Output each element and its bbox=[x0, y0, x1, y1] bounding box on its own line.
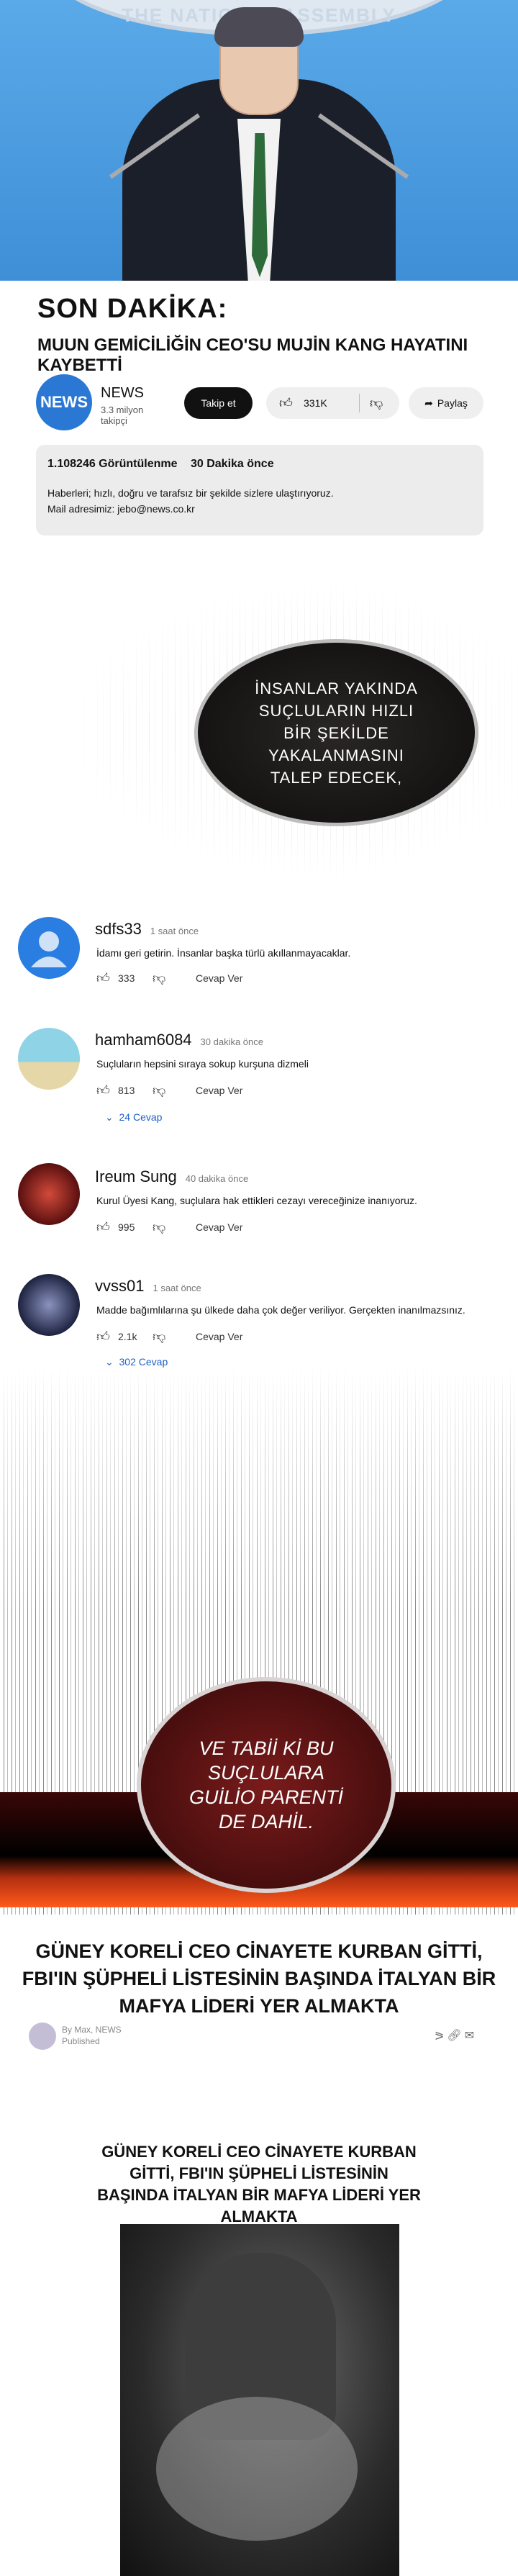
thumbs-up-icon[interactable]: 👍︎ bbox=[96, 972, 111, 985]
avatar[interactable] bbox=[18, 917, 80, 979]
avatar[interactable] bbox=[18, 1274, 80, 1336]
reply-button[interactable]: Cevap Ver bbox=[196, 1221, 242, 1233]
article-photo bbox=[120, 2224, 399, 2576]
comment-item: Ireum Sung 40 dakika önce Kurul Üyesi Kan… bbox=[0, 1163, 518, 1271]
thumbs-down-icon: 👎︎ bbox=[370, 396, 383, 410]
share-button[interactable]: ➦ Paylaş bbox=[409, 387, 483, 419]
default-user-icon bbox=[31, 931, 67, 967]
comment-text: Suçluların hepsini sıraya sokup kurşuna … bbox=[96, 1058, 309, 1070]
comment-user[interactable]: vvss01 1 saat önce bbox=[95, 1277, 201, 1296]
description-line: Haberleri; hızlı, doğru ve tarafsız bir … bbox=[47, 487, 334, 499]
channel-logo[interactable]: NEWS bbox=[36, 374, 92, 430]
reply-button[interactable]: Cevap Ver bbox=[196, 1331, 242, 1342]
speech-bubble: VE TABİİ Kİ BU SUÇLULARA GUİLİO PARENTİ … bbox=[137, 1677, 396, 1893]
like-dislike-group: 👍︎ 331K 👎︎ bbox=[266, 387, 399, 419]
comment-like-count: 813 bbox=[118, 1085, 135, 1096]
comment-like-count: 995 bbox=[118, 1221, 135, 1233]
comment-actions: 👍︎ 813 👎︎ Cevap Ver bbox=[96, 1084, 242, 1097]
dislike-button[interactable]: 👎︎ bbox=[360, 395, 383, 411]
description-email: Mail adresimiz: jebo@news.co.kr bbox=[47, 503, 195, 515]
thumbs-down-icon[interactable]: 👎︎ bbox=[153, 1084, 167, 1097]
comment-actions: 👍︎ 2.1k 👎︎ Cevap Ver bbox=[96, 1330, 242, 1343]
comment-time: 40 dakika önce bbox=[185, 1173, 249, 1184]
view-replies-link[interactable]: ⌄ 24 Cevap bbox=[105, 1111, 162, 1124]
share-arrow-icon: ➦ bbox=[424, 397, 433, 409]
comment-item: sdfs33 1 saat önce İdamı geri getirin. İn… bbox=[0, 914, 518, 1022]
article-actions: ⪖🔗︎✉ bbox=[435, 2028, 477, 2043]
chevron-down-icon: ⌄ bbox=[105, 1356, 114, 1368]
like-button[interactable]: 👍︎ 331K bbox=[266, 394, 360, 412]
mail-icon[interactable]: ✉ bbox=[465, 2030, 477, 2042]
comment-user[interactable]: sdfs33 1 saat önce bbox=[95, 920, 199, 939]
comment-text: Madde bağımlılarına şu ülkede daha çok d… bbox=[96, 1304, 465, 1316]
thumbs-up-icon: 👍︎ bbox=[279, 396, 293, 410]
author-avatar[interactable] bbox=[29, 2023, 56, 2050]
comment-time: 1 saat önce bbox=[150, 926, 199, 936]
comment-item: hamham6084 30 dakika önce Suçluların heps… bbox=[0, 1025, 518, 1133]
link-icon[interactable]: 🔗︎ bbox=[447, 2030, 464, 2042]
article-headline: GÜNEY KORELİ CEO CİNAYETE KURBAN GİTTİ, … bbox=[22, 1940, 496, 2017]
article-byline: By Max, NEWS Published bbox=[62, 2024, 122, 2047]
chevron-down-icon: ⌄ bbox=[105, 1111, 114, 1123]
video-headline: MUUN GEMİCİLİĞİN CEO'SU MUJİN KANG HAYAT… bbox=[37, 335, 468, 375]
view-replies-link[interactable]: ⌄ 302 Cevap bbox=[105, 1356, 168, 1368]
speech-text: İNSANLAR YAKINDA SUÇLULARIN HIZLI BİR ŞE… bbox=[255, 679, 418, 787]
like-count: 331K bbox=[304, 397, 327, 409]
photo-hands bbox=[156, 2397, 358, 2541]
share-icon[interactable]: ⪖ bbox=[435, 2030, 447, 2042]
avatar[interactable] bbox=[18, 1163, 80, 1225]
follow-button[interactable]: Takip et bbox=[184, 387, 253, 419]
publish-status: Published bbox=[62, 2036, 100, 2046]
view-count: 1.108246 Görüntülenme bbox=[47, 458, 178, 470]
subscriber-count: 3.3 milyon takipçi bbox=[101, 405, 144, 426]
comment-actions: 👍︎ 995 👎︎ Cevap Ver bbox=[96, 1221, 242, 1234]
avatar[interactable] bbox=[18, 1028, 80, 1090]
thumbs-up-icon[interactable]: 👍︎ bbox=[96, 1330, 111, 1343]
reply-button[interactable]: Cevap Ver bbox=[196, 1085, 242, 1096]
comment-actions: 👍︎ 333 👎︎ Cevap Ver bbox=[96, 972, 242, 985]
reply-button[interactable]: Cevap Ver bbox=[196, 972, 242, 984]
thumbs-up-icon[interactable]: 👍︎ bbox=[96, 1221, 111, 1234]
speech-bubble: İNSANLAR YAKINDA SUÇLULARIN HIZLI BİR ŞE… bbox=[194, 639, 478, 826]
speaker-panel: THE NATIONAL ASSEMBLY bbox=[0, 0, 518, 281]
article-inner-headline: GÜNEY KORELİ CEO CİNAYETE KURBAN GİTTİ, … bbox=[97, 2143, 421, 2225]
thumbs-down-icon[interactable]: 👎︎ bbox=[153, 972, 167, 985]
comment-text: Kurul Üyesi Kang, suçlulara hak ettikler… bbox=[96, 1195, 417, 1206]
share-label: Paylaş bbox=[437, 397, 468, 409]
breaking-label: SON DAKİKA: bbox=[37, 294, 228, 324]
comment-user[interactable]: Ireum Sung 40 dakika önce bbox=[95, 1167, 248, 1186]
speaker-hair bbox=[214, 7, 304, 47]
comment-text: İdamı geri getirin. İnsanlar başka türlü… bbox=[96, 947, 351, 959]
comment-time: 30 dakika önce bbox=[200, 1036, 263, 1047]
comment-item: vvss01 1 saat önce Madde bağımlılarına şu… bbox=[0, 1274, 518, 1382]
comment-time: 1 saat önce bbox=[153, 1283, 201, 1293]
comment-user[interactable]: hamham6084 30 dakika önce bbox=[95, 1031, 263, 1049]
comment-like-count: 333 bbox=[118, 972, 135, 984]
thumbs-up-icon[interactable]: 👍︎ bbox=[96, 1084, 111, 1097]
thumbs-down-icon[interactable]: 👎︎ bbox=[153, 1330, 167, 1343]
video-description[interactable]: 1.108246 Görüntülenme 30 Dakika önce Hab… bbox=[36, 445, 483, 535]
speech-text: VE TABİİ Kİ BU SUÇLULARA GUİLİO PARENTİ … bbox=[188, 1737, 344, 1832]
channel-name[interactable]: NEWS bbox=[101, 385, 144, 402]
upload-time: 30 Dakika önce bbox=[190, 458, 274, 470]
author-name: By Max, NEWS bbox=[62, 2025, 122, 2035]
comment-like-count: 2.1k bbox=[118, 1331, 137, 1342]
thumbs-down-icon[interactable]: 👎︎ bbox=[153, 1221, 167, 1234]
